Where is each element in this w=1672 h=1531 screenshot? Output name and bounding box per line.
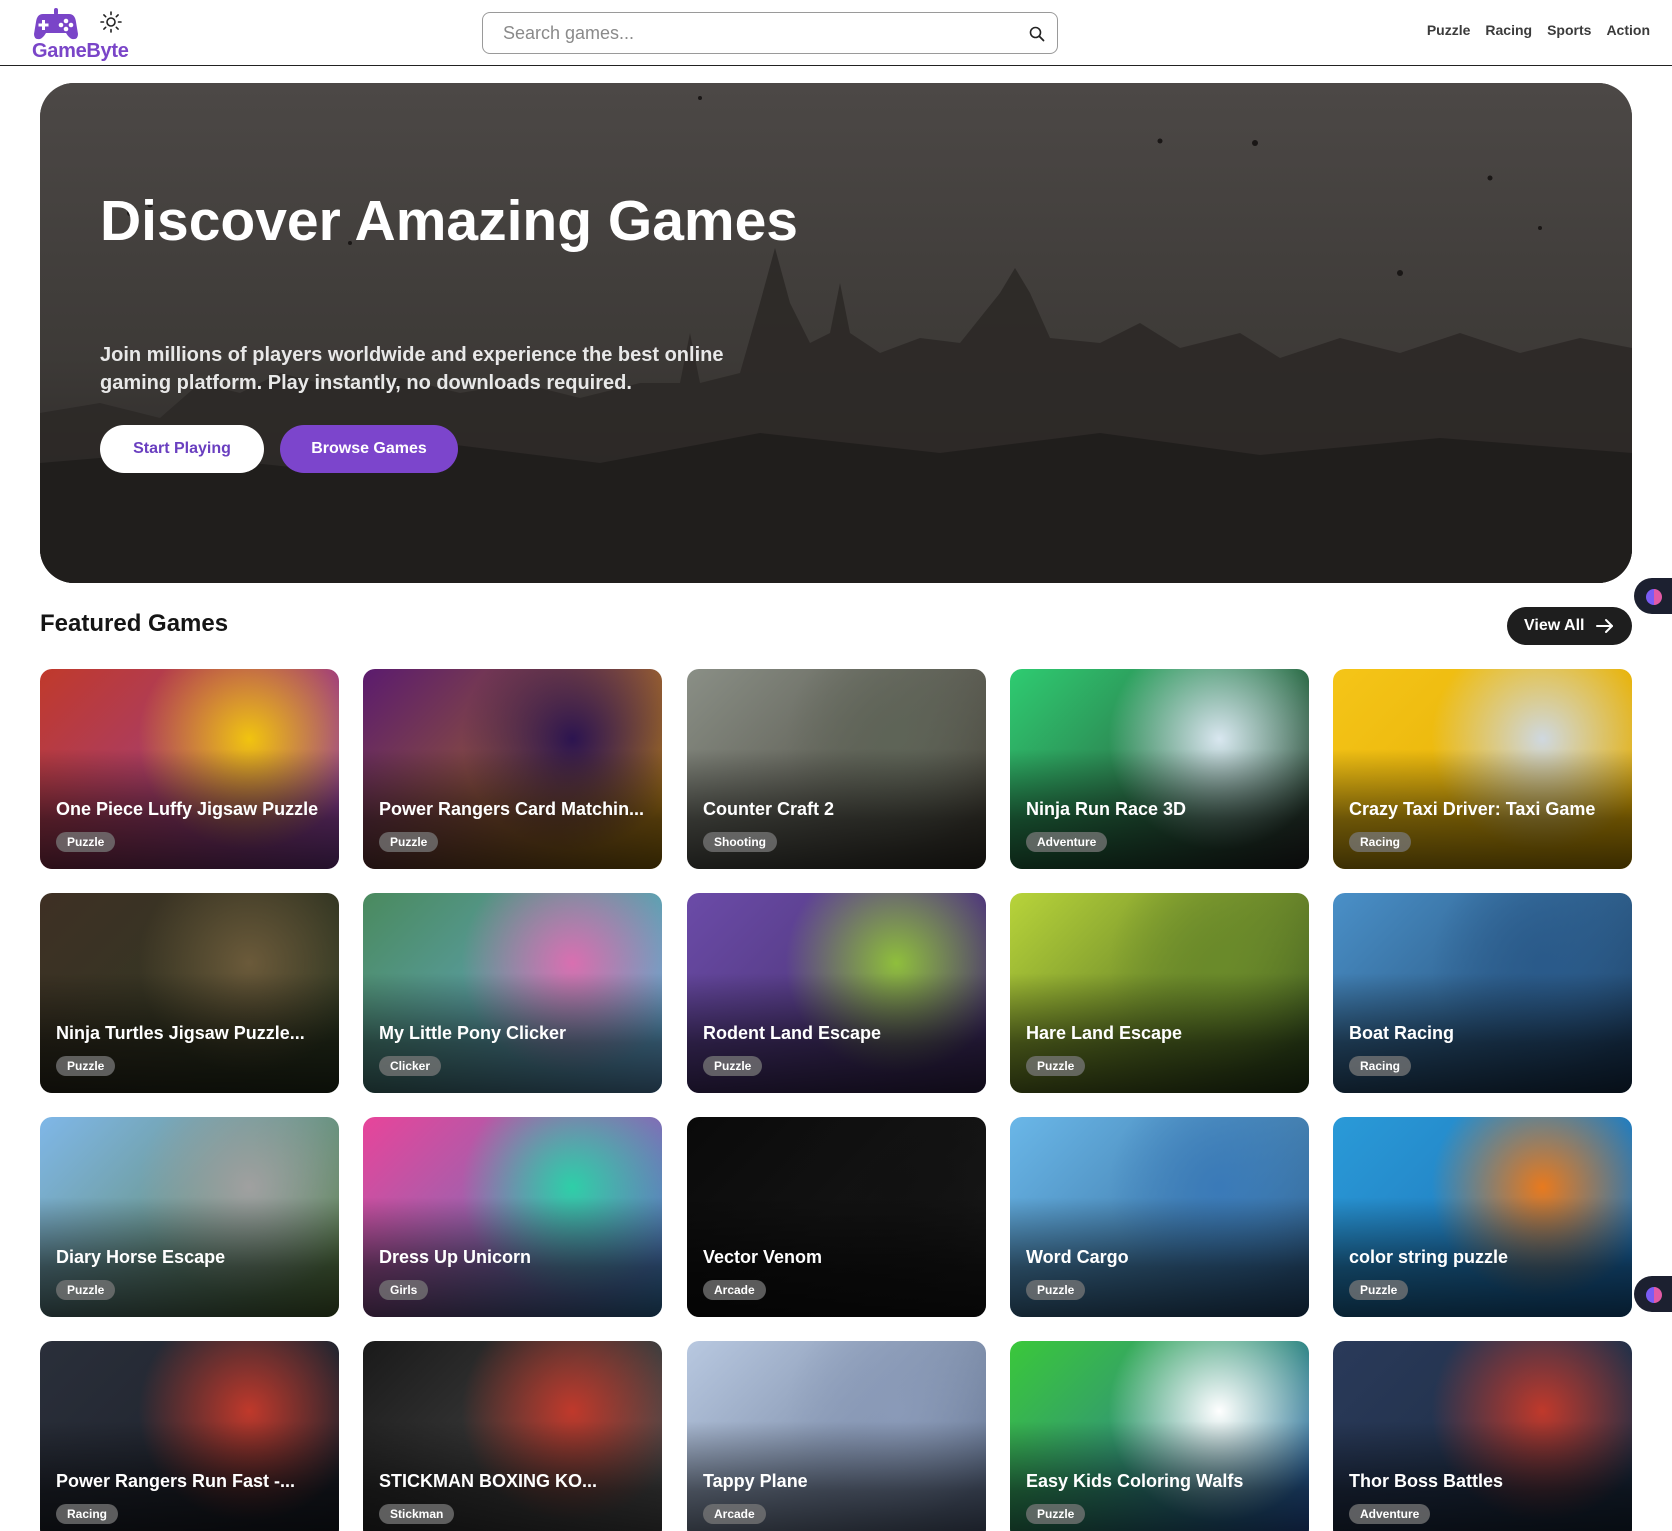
- game-title: My Little Pony Clicker: [379, 1023, 567, 1043]
- hero-castle-illustration: [40, 83, 1632, 583]
- category-badge: Puzzle: [1026, 1504, 1086, 1524]
- game-title: Thor Boss Battles: [1349, 1471, 1504, 1491]
- game-card[interactable]: Boat Racing Racing: [1333, 893, 1632, 1093]
- widget-icon: [1646, 1287, 1662, 1303]
- game-title: Easy Kids Coloring Walfs: [1026, 1471, 1244, 1491]
- game-card[interactable]: Diary Horse Escape Puzzle: [40, 1117, 339, 1317]
- category-badge: Adventure: [1026, 832, 1108, 852]
- game-card[interactable]: Power Rangers Card Matchin... Puzzle: [363, 669, 662, 869]
- category-badge: Puzzle: [56, 1280, 116, 1300]
- arrow-right-icon: [1596, 619, 1613, 633]
- floating-widget-tab[interactable]: [1634, 1276, 1672, 1312]
- nav-link-action[interactable]: Action: [1606, 22, 1650, 38]
- thumbnail-overlay: [1010, 1341, 1309, 1531]
- featured-games-heading: Featured Games: [40, 610, 229, 637]
- hero-title: Discover Amazing Games: [100, 189, 798, 253]
- widget-icon: [1646, 589, 1662, 605]
- game-card[interactable]: Power Rangers Run Fast -... Racing: [40, 1341, 339, 1531]
- view-all-button[interactable]: View All: [1507, 607, 1632, 645]
- game-card[interactable]: color string puzzle Puzzle: [1333, 1117, 1632, 1317]
- game-card[interactable]: Ninja Turtles Jigsaw Puzzle... Puzzle: [40, 893, 339, 1093]
- game-card[interactable]: Hare Land Escape Puzzle: [1010, 893, 1309, 1093]
- sun-icon[interactable]: [99, 10, 123, 34]
- category-badge: Arcade: [703, 1504, 766, 1524]
- search-input[interactable]: [503, 13, 1003, 53]
- game-card[interactable]: Ninja Run Race 3D Adventure: [1010, 669, 1309, 869]
- game-title: Hare Land Escape: [1026, 1023, 1183, 1043]
- category-badge: Adventure: [1349, 1504, 1431, 1524]
- top-header: GameByte Puzzle Racing Sports Action: [0, 0, 1672, 66]
- game-title: Ninja Run Race 3D: [1026, 799, 1187, 819]
- category-badge: Arcade: [703, 1280, 766, 1300]
- game-card[interactable]: Vector Venom Arcade: [687, 1117, 986, 1317]
- game-title: Word Cargo: [1026, 1247, 1129, 1267]
- game-card[interactable]: Rodent Land Escape Puzzle: [687, 893, 986, 1093]
- nav-link-puzzle[interactable]: Puzzle: [1427, 22, 1471, 38]
- category-nav: Puzzle Racing Sports Action: [1427, 22, 1650, 38]
- nav-link-racing[interactable]: Racing: [1485, 22, 1532, 38]
- game-title: Rodent Land Escape: [703, 1023, 882, 1043]
- search-bar: [482, 12, 1058, 54]
- category-badge: Racing: [1349, 1056, 1412, 1076]
- thumbnail-overlay: [40, 1341, 339, 1531]
- game-card[interactable]: Tappy Plane Arcade: [687, 1341, 986, 1531]
- hero-banner: Discover Amazing Games Join millions of …: [40, 83, 1632, 583]
- browse-games-button[interactable]: Browse Games: [280, 425, 458, 473]
- game-card[interactable]: STICKMAN BOXING KO... Stickman: [363, 1341, 662, 1531]
- category-badge: Girls: [379, 1280, 429, 1300]
- category-badge: Puzzle: [56, 1056, 116, 1076]
- game-title: Tappy Plane: [703, 1471, 808, 1491]
- thumbnail-overlay: [363, 1341, 662, 1531]
- game-card[interactable]: Word Cargo Puzzle: [1010, 1117, 1309, 1317]
- game-title: Vector Venom: [703, 1247, 823, 1267]
- game-card[interactable]: Counter Craft 2 Shooting: [687, 669, 986, 869]
- game-card[interactable]: Thor Boss Battles Adventure: [1333, 1341, 1632, 1531]
- logo-text: GameByte: [32, 40, 129, 62]
- gamepad-icon: [34, 8, 78, 40]
- game-title: One Piece Luffy Jigsaw Puzzle: [56, 799, 319, 819]
- game-title: Crazy Taxi Driver: Taxi Game: [1349, 799, 1596, 819]
- category-badge: Puzzle: [1349, 1280, 1409, 1300]
- game-title: Counter Craft 2: [703, 799, 835, 819]
- category-badge: Racing: [56, 1504, 119, 1524]
- search-icon[interactable]: [1029, 26, 1045, 42]
- thumbnail-overlay: [687, 1341, 986, 1531]
- category-badge: Puzzle: [703, 1056, 763, 1076]
- floating-widget-tab[interactable]: [1634, 578, 1672, 614]
- category-badge: Racing: [1349, 832, 1412, 852]
- start-playing-button[interactable]: Start Playing: [100, 425, 264, 473]
- game-title: Boat Racing: [1349, 1023, 1455, 1043]
- category-badge: Shooting: [703, 832, 777, 852]
- hero-subtitle: Join millions of players worldwide and e…: [100, 344, 724, 394]
- category-badge: Puzzle: [1026, 1056, 1086, 1076]
- game-card[interactable]: Dress Up Unicorn Girls: [363, 1117, 662, 1317]
- game-card[interactable]: Crazy Taxi Driver: Taxi Game Racing: [1333, 669, 1632, 869]
- game-title: Diary Horse Escape: [56, 1247, 226, 1267]
- category-badge: Puzzle: [379, 832, 439, 852]
- game-title: Power Rangers Card Matchin...: [379, 799, 645, 819]
- game-card[interactable]: Easy Kids Coloring Walfs Puzzle: [1010, 1341, 1309, 1531]
- game-card[interactable]: My Little Pony Clicker Clicker: [363, 893, 662, 1093]
- nav-link-sports[interactable]: Sports: [1547, 22, 1591, 38]
- category-badge: Stickman: [379, 1504, 455, 1524]
- game-title: color string puzzle: [1349, 1247, 1509, 1267]
- game-title: Ninja Turtles Jigsaw Puzzle...: [56, 1023, 305, 1043]
- game-title: Power Rangers Run Fast -...: [56, 1471, 296, 1491]
- gamebyte-logo[interactable]: GameByte: [30, 4, 140, 62]
- game-title: STICKMAN BOXING KO...: [379, 1471, 598, 1491]
- category-badge: Puzzle: [56, 832, 116, 852]
- game-title: Dress Up Unicorn: [379, 1247, 532, 1267]
- game-card[interactable]: One Piece Luffy Jigsaw Puzzle Puzzle: [40, 669, 339, 869]
- thumbnail-overlay: [1333, 1341, 1632, 1531]
- view-all-label: View All: [1524, 617, 1585, 634]
- category-badge: Clicker: [379, 1056, 442, 1076]
- category-badge: Puzzle: [1026, 1280, 1086, 1300]
